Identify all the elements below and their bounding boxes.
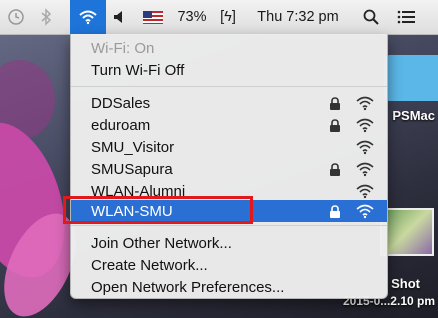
volume-icon[interactable] xyxy=(110,0,130,34)
wifi-signal-icon xyxy=(355,161,375,177)
desktop-screenshot-thumbnail[interactable] xyxy=(380,208,434,256)
battery-charging-icon[interactable]: [ϟ] xyxy=(212,0,244,34)
wifi-dropdown-menu: Wi-Fi: On Turn Wi-Fi Off Join Other Netw… xyxy=(70,34,388,299)
wifi-status-item: Wi-Fi: On xyxy=(71,37,387,59)
menu-separator xyxy=(71,225,387,226)
bluetooth-icon[interactable] xyxy=(36,0,56,34)
wifi-signal-icon xyxy=(355,183,375,199)
desktop-folder-icon[interactable] xyxy=(384,55,438,101)
wifi-signal-icon xyxy=(355,139,375,155)
turn-wifi-off-item[interactable]: Turn Wi-Fi Off xyxy=(71,59,387,81)
wifi-network-item[interactable]: DDSales xyxy=(71,92,387,114)
lock-icon xyxy=(329,163,341,176)
input-source-flag-icon[interactable] xyxy=(140,0,166,34)
create-network-item[interactable]: Create Network... xyxy=(71,254,387,276)
wifi-signal-icon xyxy=(355,203,375,219)
wifi-network-item[interactable]: SMUSapura xyxy=(71,158,387,180)
turn-wifi-off-label: Turn Wi-Fi Off xyxy=(91,61,185,79)
desktop-item-label: Shot xyxy=(391,276,420,291)
lock-icon xyxy=(329,205,341,218)
open-network-preferences-item[interactable]: Open Network Preferences... xyxy=(71,276,387,298)
menu-bar: 73% [ϟ] Thu 7:32 pm xyxy=(0,0,438,35)
wifi-network-item[interactable]: eduroam xyxy=(71,114,387,136)
wifi-network-item[interactable]: SMU_Visitor xyxy=(71,136,387,158)
menu-separator xyxy=(71,86,387,87)
wifi-network-name: SMUSapura xyxy=(91,160,173,178)
open-network-preferences-label: Open Network Preferences... xyxy=(91,278,285,296)
lock-icon xyxy=(329,97,341,110)
desktop-item-label: PSMac xyxy=(392,108,435,123)
wifi-menu-icon[interactable] xyxy=(70,0,106,34)
create-network-label: Create Network... xyxy=(91,256,208,274)
notification-center-icon[interactable] xyxy=(394,0,418,34)
annotation-highlight-box xyxy=(63,196,253,224)
wifi-network-name: eduroam xyxy=(91,116,151,134)
battery-percentage[interactable]: 73% xyxy=(172,0,212,34)
join-other-network-item[interactable]: Join Other Network... xyxy=(71,232,387,254)
join-other-network-label: Join Other Network... xyxy=(91,234,232,252)
spotlight-search-icon[interactable] xyxy=(360,0,382,34)
wifi-network-name: DDSales xyxy=(91,94,151,112)
wifi-network-name: SMU_Visitor xyxy=(91,138,175,156)
wifi-status-label: Wi-Fi: On xyxy=(91,39,155,57)
menu-bar-clock[interactable]: Thu 7:32 pm xyxy=(250,0,346,34)
lock-icon xyxy=(329,119,341,132)
time-machine-icon[interactable] xyxy=(4,0,28,34)
wifi-signal-icon xyxy=(355,95,375,111)
wifi-signal-icon xyxy=(355,117,375,133)
